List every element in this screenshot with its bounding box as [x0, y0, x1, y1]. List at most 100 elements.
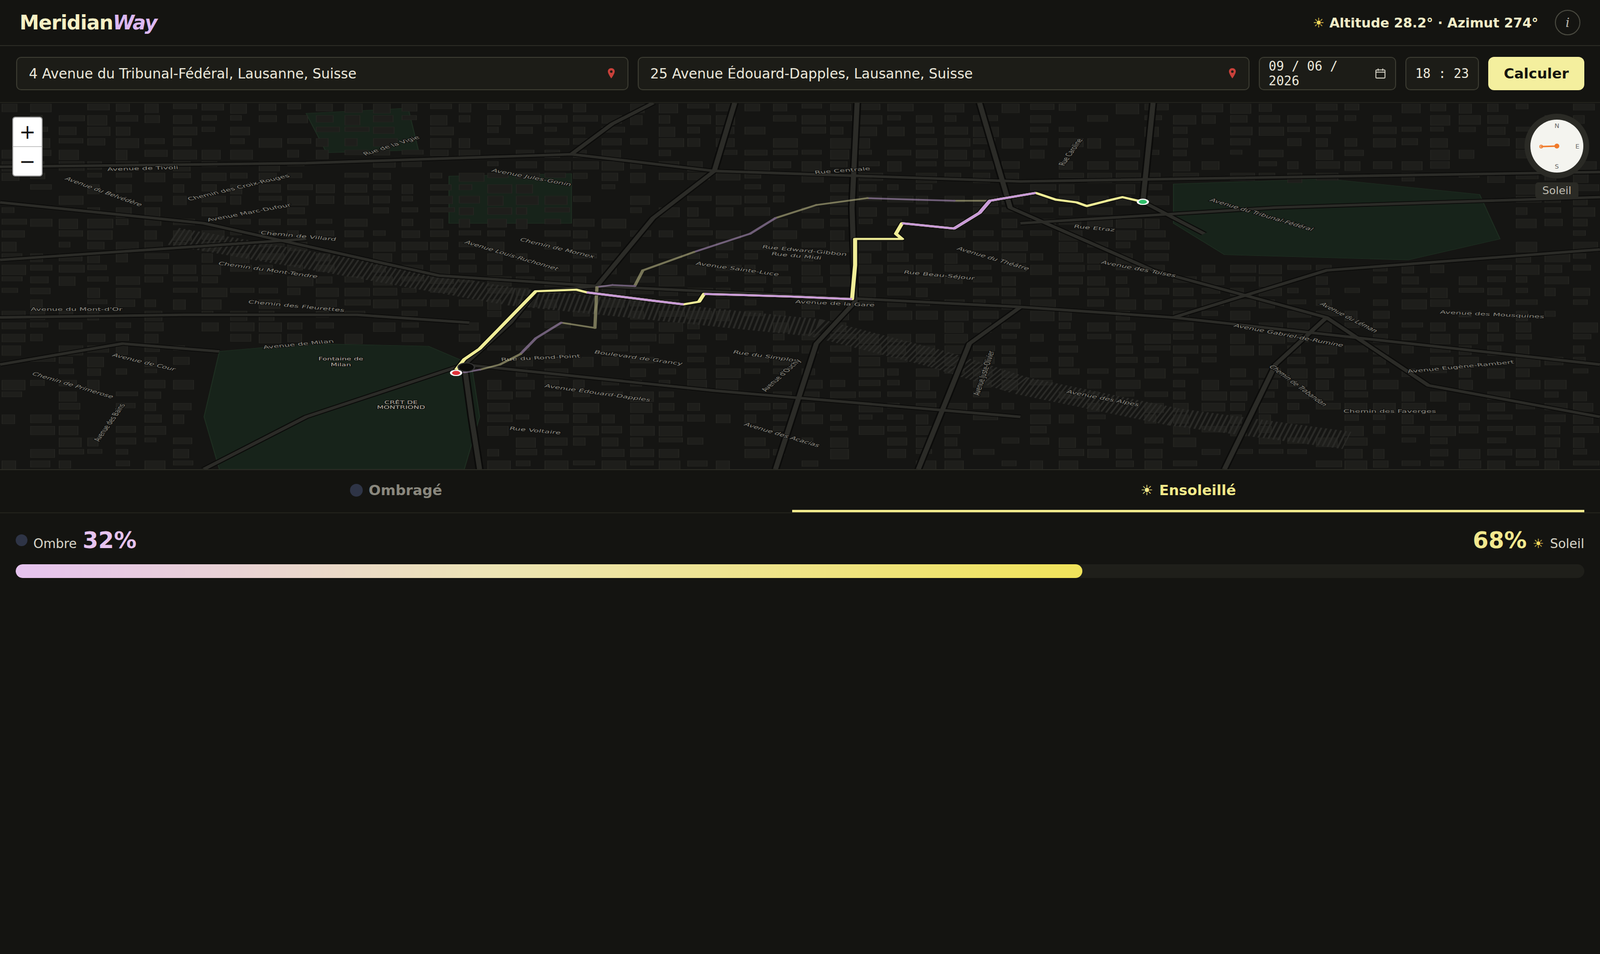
compass-face: N E S [1530, 119, 1584, 173]
sun-position: Altitude 28.2° · Azimut 274° [1329, 15, 1539, 31]
road [775, 102, 858, 470]
shade-label: Ombre [33, 536, 77, 551]
compass-label: Soleil [1535, 182, 1578, 199]
destination-field[interactable]: 25 Avenue Édouard-Dapples, Lausanne, Sui… [637, 56, 1250, 91]
time-value: 18 : 23 [1415, 66, 1470, 81]
compass-east: E [1575, 143, 1580, 150]
compass[interactable]: N E S Soleil [1524, 113, 1590, 199]
shade-share: Ombre 32% [15, 526, 137, 554]
park [1173, 178, 1500, 260]
road [918, 306, 1021, 470]
street-labels: Avenue de TivoliAvenue du BelvédèreAvenu… [30, 134, 1545, 449]
street-label: Avenue Marc-Dufour [205, 201, 293, 223]
header-right: ☀Altitude 28.2° · Azimut 274°i [1312, 9, 1581, 36]
street-label: Boulevard de Grancy [593, 349, 684, 367]
pin-icon [1227, 67, 1237, 80]
street-label: Avenue du Mont-d'Or [30, 306, 123, 312]
road [979, 102, 1600, 417]
zoom-control: +− [12, 116, 43, 177]
sun-label: Soleil [1550, 536, 1585, 551]
street-label: Rue du Simplon [731, 349, 800, 363]
tab-label: Ensoleillé [1159, 481, 1237, 499]
map-canvas[interactable]: Avenue de TivoliAvenue du BelvédèreAvenu… [0, 102, 1600, 470]
route-form: 4 Avenue du Tribunal-Fédéral, Lausanne, … [0, 46, 1600, 103]
street-label: Avenue Juste-Olivier [971, 350, 997, 396]
compass-north: N [1554, 122, 1560, 129]
sunny-route[interactable] [455, 193, 1143, 371]
street-label: Chemin du Mont-Tendre [217, 260, 319, 280]
road [597, 102, 735, 287]
start-marker[interactable] [1137, 199, 1149, 205]
destination-value: 25 Avenue Édouard-Dapples, Lausanne, Sui… [650, 65, 974, 82]
street-label: Avenue d'Ouchy [759, 358, 803, 393]
logo-primary: Meridian [19, 11, 113, 34]
street-label: Chemin de Primerose [30, 371, 116, 400]
street-label: Avenue des Toises [1100, 259, 1178, 278]
street-label: Avenue de Milan [262, 338, 335, 350]
route-tab[interactable]: ☀ Ensoleillé [792, 470, 1585, 513]
street-label: Chemin de Villard [259, 229, 338, 242]
road [0, 238, 306, 260]
tab-label: Ombragé [368, 481, 443, 499]
street-label: Avenue du Théâtre [955, 245, 1032, 272]
info-button[interactable]: i [1554, 9, 1581, 36]
street-label: Rue Etraz [1073, 223, 1116, 233]
roundabout [458, 362, 475, 372]
compass-dial: N E S [1524, 113, 1590, 179]
street-label: Avenue Sainte-Luce [694, 260, 780, 277]
place-label: Fontaine de [318, 356, 364, 362]
road [0, 314, 470, 323]
shade-dot-icon [15, 534, 28, 547]
road [203, 364, 465, 470]
street-label: Avenue du Léman [1318, 301, 1381, 334]
street-label: Avenue Édouard-Dapples [543, 382, 652, 403]
summary-row: Ombre 32% 68% ☀ Soleil [15, 526, 1585, 554]
end-marker[interactable] [450, 370, 462, 376]
road [0, 343, 220, 365]
street-label: Avenue de Tivoli [106, 164, 179, 172]
zoom-out-button[interactable]: − [13, 146, 42, 176]
date-value: 09 / 06 / 2026 [1268, 58, 1369, 89]
sun-value: 68% [1473, 526, 1527, 554]
origin-field[interactable]: 4 Avenue du Tribunal-Fédéral, Lausanne, … [16, 56, 629, 91]
street-label: Rue Centrale [813, 165, 871, 175]
street-label: Avenue Gabriel-de-Rumine [1232, 322, 1345, 348]
sun-icon: ☀ [1140, 481, 1154, 499]
calculate-button[interactable]: Calculer [1488, 56, 1585, 91]
route-tab[interactable]: Ombragé [0, 470, 793, 513]
zoom-in-button[interactable]: + [13, 117, 42, 147]
street-label: Chemin de Trabandan [1267, 364, 1330, 407]
logo[interactable]: MeridianWay [19, 11, 157, 34]
route-tabs: Ombragé ☀ Ensoleillé [0, 469, 1600, 513]
map[interactable]: Avenue de TivoliAvenue du BelvédèreAvenu… [0, 102, 1600, 470]
street-label: Avenue Jules-Gonin [490, 167, 574, 188]
street-label: Chemin des Fleurettes [247, 299, 346, 313]
street-label: Avenue des Bains [91, 403, 127, 443]
origin-value: 4 Avenue du Tribunal-Fédéral, Lausanne, … [28, 65, 357, 82]
street-label: Avenue de Cour [110, 352, 178, 373]
street-label: Avenue des Mousquines [1439, 309, 1545, 320]
pin-icon [606, 67, 616, 80]
roads [0, 102, 1600, 470]
street-label: Chemin des Croix-Rouges [185, 173, 291, 202]
time-field[interactable]: 18 : 23 [1405, 56, 1479, 91]
park [203, 343, 480, 470]
street-label: Avenue Eugène-Rambert [1406, 359, 1515, 375]
sun-share: 68% ☀ Soleil [1473, 526, 1585, 554]
sun-icon: ☀ [1532, 536, 1545, 551]
street-label: Avenue du Tribunal-Fédéral [1208, 197, 1316, 232]
street-label: Avenue de la Gare [794, 299, 875, 308]
road [0, 154, 1600, 182]
road [464, 364, 1021, 418]
header: MeridianWay☀Altitude 28.2° · Azimut 274°… [0, 0, 1600, 47]
road [571, 102, 654, 155]
compass-south: S [1554, 163, 1559, 170]
park [305, 108, 419, 153]
street-label: Rue Caroline [1056, 138, 1085, 167]
calendar-icon[interactable] [1374, 67, 1387, 80]
road [1173, 249, 1600, 318]
date-field[interactable]: 09 / 06 / 2026 [1258, 56, 1397, 91]
railway [173, 236, 1348, 441]
street-label: Chemin de Mornex [518, 236, 597, 259]
shade-value: 32% [82, 526, 137, 554]
